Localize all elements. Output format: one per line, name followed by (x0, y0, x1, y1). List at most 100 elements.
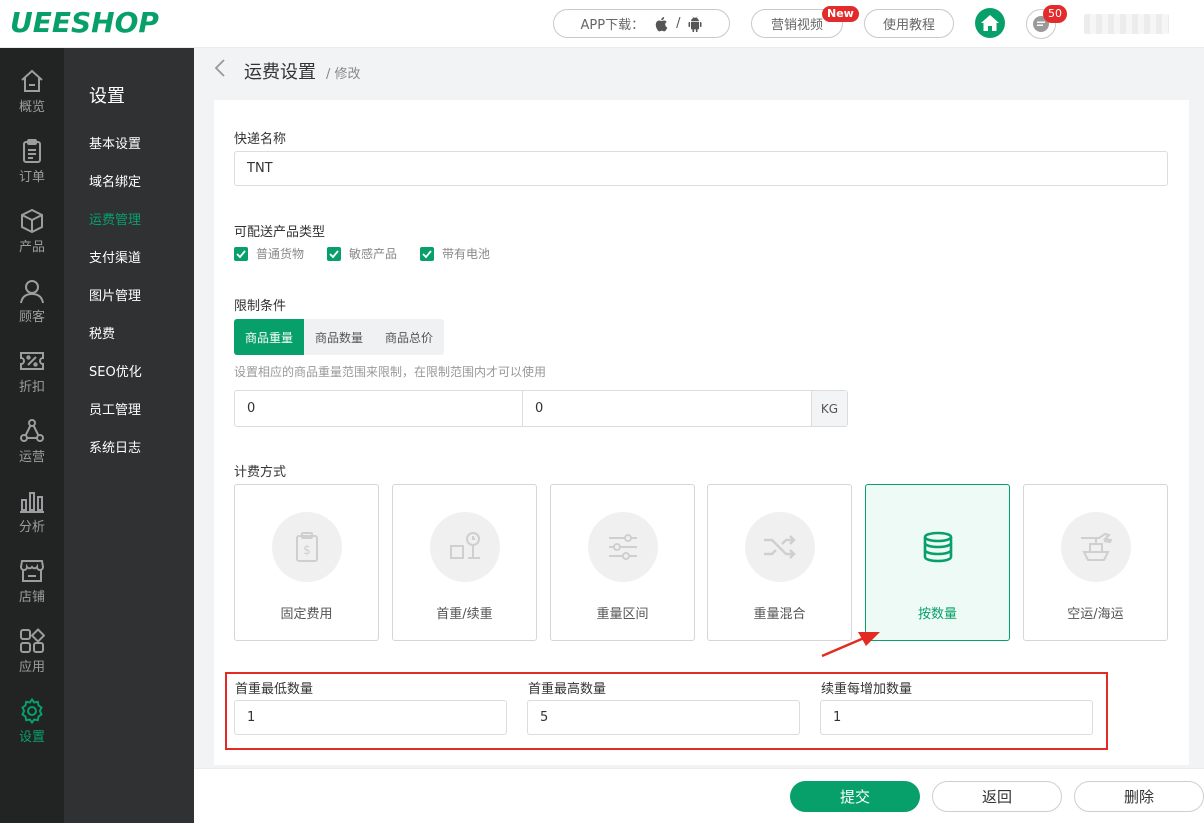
limit-tab-weight[interactable]: 商品重量 (234, 319, 305, 355)
shipping-form-card: 快递名称 TNT 可配送产品类型 普通货物 敏感产品 带有电池 限制条件 商品重… (214, 100, 1189, 765)
nav-orders[interactable]: 订单 (0, 118, 64, 188)
nav-operations[interactable]: 运营 (0, 398, 64, 468)
limit-tabs: 商品重量 商品数量 商品总价 (234, 319, 445, 355)
android-icon[interactable] (688, 15, 702, 32)
nav-overview[interactable]: 概览 (0, 48, 64, 118)
billing-quantity-label: 按数量 (917, 607, 957, 622)
check-icon (329, 249, 339, 258)
annotation-arrow (821, 632, 880, 658)
product-type-battery[interactable]: 带有电池 (420, 245, 490, 262)
settings-item-images[interactable]: 图片管理 (89, 285, 141, 304)
first-max-qty-input[interactable]: 5 (527, 700, 800, 735)
weight-min-input[interactable]: 0 (235, 391, 523, 426)
network-icon (20, 419, 44, 442)
limit-label: 限制条件 (234, 299, 287, 314)
settings-item-basic[interactable]: 基本设置 (89, 133, 141, 152)
weight-unit: KG (811, 391, 847, 426)
billing-fixed-label: 固定费用 (280, 607, 333, 622)
billing-weight-mixed[interactable]: 重量混合 (707, 484, 852, 641)
discount-icon (20, 352, 44, 370)
billing-label: 计费方式 (234, 465, 287, 480)
billing-airsea-label: 空运/海运 (1067, 607, 1124, 622)
nav-discounts[interactable]: 折扣 (0, 328, 64, 398)
nav-analytics[interactable]: 分析 (0, 468, 64, 538)
chevron-left-icon[interactable] (214, 58, 226, 78)
nav-products-label: 产品 (18, 240, 45, 255)
billing-range-icon-bg (588, 512, 658, 582)
billing-by-quantity[interactable]: 按数量 (865, 484, 1010, 641)
nav-products[interactable]: 产品 (0, 188, 64, 258)
settings-item-shipping[interactable]: 运费管理 (89, 209, 141, 228)
express-name-label: 快递名称 (234, 132, 287, 147)
check-icon (422, 249, 432, 258)
user-account-blurred[interactable] (1084, 14, 1169, 34)
apple-icon[interactable] (654, 16, 668, 32)
tutorial-button[interactable]: 使用教程 (864, 9, 954, 38)
product-type-general-label: 普通货物 (256, 247, 305, 261)
limit-tab-quantity[interactable]: 商品数量 (304, 319, 374, 355)
first-min-qty-label: 首重最低数量 (235, 682, 314, 697)
product-type-general[interactable]: 普通货物 (234, 245, 304, 262)
first-max-qty-label: 首重最高数量 (528, 682, 607, 697)
nav-settings-label: 设置 (18, 730, 45, 745)
ueeshop-logo[interactable]: UEESHOP (10, 6, 159, 39)
page-subtitle: / 修改 (326, 67, 361, 82)
checkbox-checked[interactable] (234, 246, 248, 261)
nav-analytics-label: 分析 (18, 520, 45, 535)
nav-operations-label: 运营 (18, 450, 45, 465)
express-name-input[interactable]: TNT (234, 151, 1168, 186)
cube-icon (21, 208, 43, 234)
new-badge: New (822, 6, 859, 22)
delete-button[interactable]: 删除 (1074, 781, 1204, 812)
billing-quantity-icon-bg (903, 512, 973, 582)
billing-mixed-label: 重量混合 (753, 607, 806, 622)
price-tag-icon: $ (296, 532, 318, 562)
nav-store-label: 店铺 (18, 590, 45, 605)
nav-customers[interactable]: 顾客 (0, 258, 64, 328)
product-type-battery-label: 带有电池 (442, 247, 491, 261)
clipboard-icon (23, 139, 41, 163)
main-content: 运费设置 / 修改 快递名称 TNT 可配送产品类型 普通货物 敏感产品 带有电… (194, 48, 1204, 823)
submit-button[interactable]: 提交 (790, 781, 920, 812)
gear-icon (21, 698, 43, 724)
os-separator: / (676, 16, 681, 31)
checkbox-checked[interactable] (327, 246, 341, 261)
billing-weight-range[interactable]: 重量区间 (550, 484, 695, 641)
settings-item-payment[interactable]: 支付渠道 (89, 247, 141, 266)
nav-apps-label: 应用 (18, 660, 45, 675)
limit-hint: 设置相应的商品重量范围来限制，在限制范围内才可以使用 (234, 365, 547, 379)
app-download-pill[interactable]: APP下载： / (553, 9, 730, 38)
nav-apps[interactable]: 应用 (0, 608, 64, 678)
nav-store[interactable]: 店铺 (0, 538, 64, 608)
back-button[interactable]: 返回 (932, 781, 1062, 812)
store-icon (19, 560, 45, 582)
billing-range-label: 重量区间 (596, 607, 649, 622)
settings-item-logs[interactable]: 系统日志 (89, 437, 141, 456)
scale-icon (450, 532, 480, 559)
billing-first-icon-bg (430, 512, 500, 582)
home-outline-icon (21, 69, 43, 92)
settings-item-seo[interactable]: SEO优化 (89, 361, 142, 380)
billing-air-sea[interactable]: 空运/海运 (1023, 484, 1168, 641)
nav-settings[interactable]: 设置 (0, 678, 64, 748)
step-qty-label: 续重每增加数量 (821, 682, 913, 697)
main-nav-rail: 概览 订单 产品 顾客 折扣 运营 分析 店铺 应用 设置 (0, 48, 64, 823)
settings-item-tax[interactable]: 税费 (89, 323, 115, 342)
limit-tab-total[interactable]: 商品总价 (374, 319, 444, 355)
first-min-qty-input[interactable]: 1 (234, 700, 507, 735)
bar-chart-icon (20, 492, 44, 513)
settings-item-domain[interactable]: 域名绑定 (89, 171, 141, 190)
page-title: 运费设置 (244, 62, 316, 83)
apps-icon (20, 628, 45, 653)
billing-fixed[interactable]: $ 固定费用 (234, 484, 379, 641)
breadcrumb: 运费设置 / 修改 (214, 58, 361, 84)
product-type-sensitive[interactable]: 敏感产品 (327, 245, 397, 262)
settings-item-staff[interactable]: 员工管理 (89, 399, 141, 418)
nav-orders-label: 订单 (18, 170, 45, 185)
billing-first-continued[interactable]: 首重/续重 (392, 484, 537, 641)
checkbox-checked[interactable] (420, 246, 434, 261)
home-button[interactable] (975, 8, 1005, 38)
weight-max-input[interactable]: 0 (523, 391, 811, 426)
nav-discounts-label: 折扣 (18, 380, 45, 395)
step-qty-input[interactable]: 1 (820, 700, 1093, 735)
